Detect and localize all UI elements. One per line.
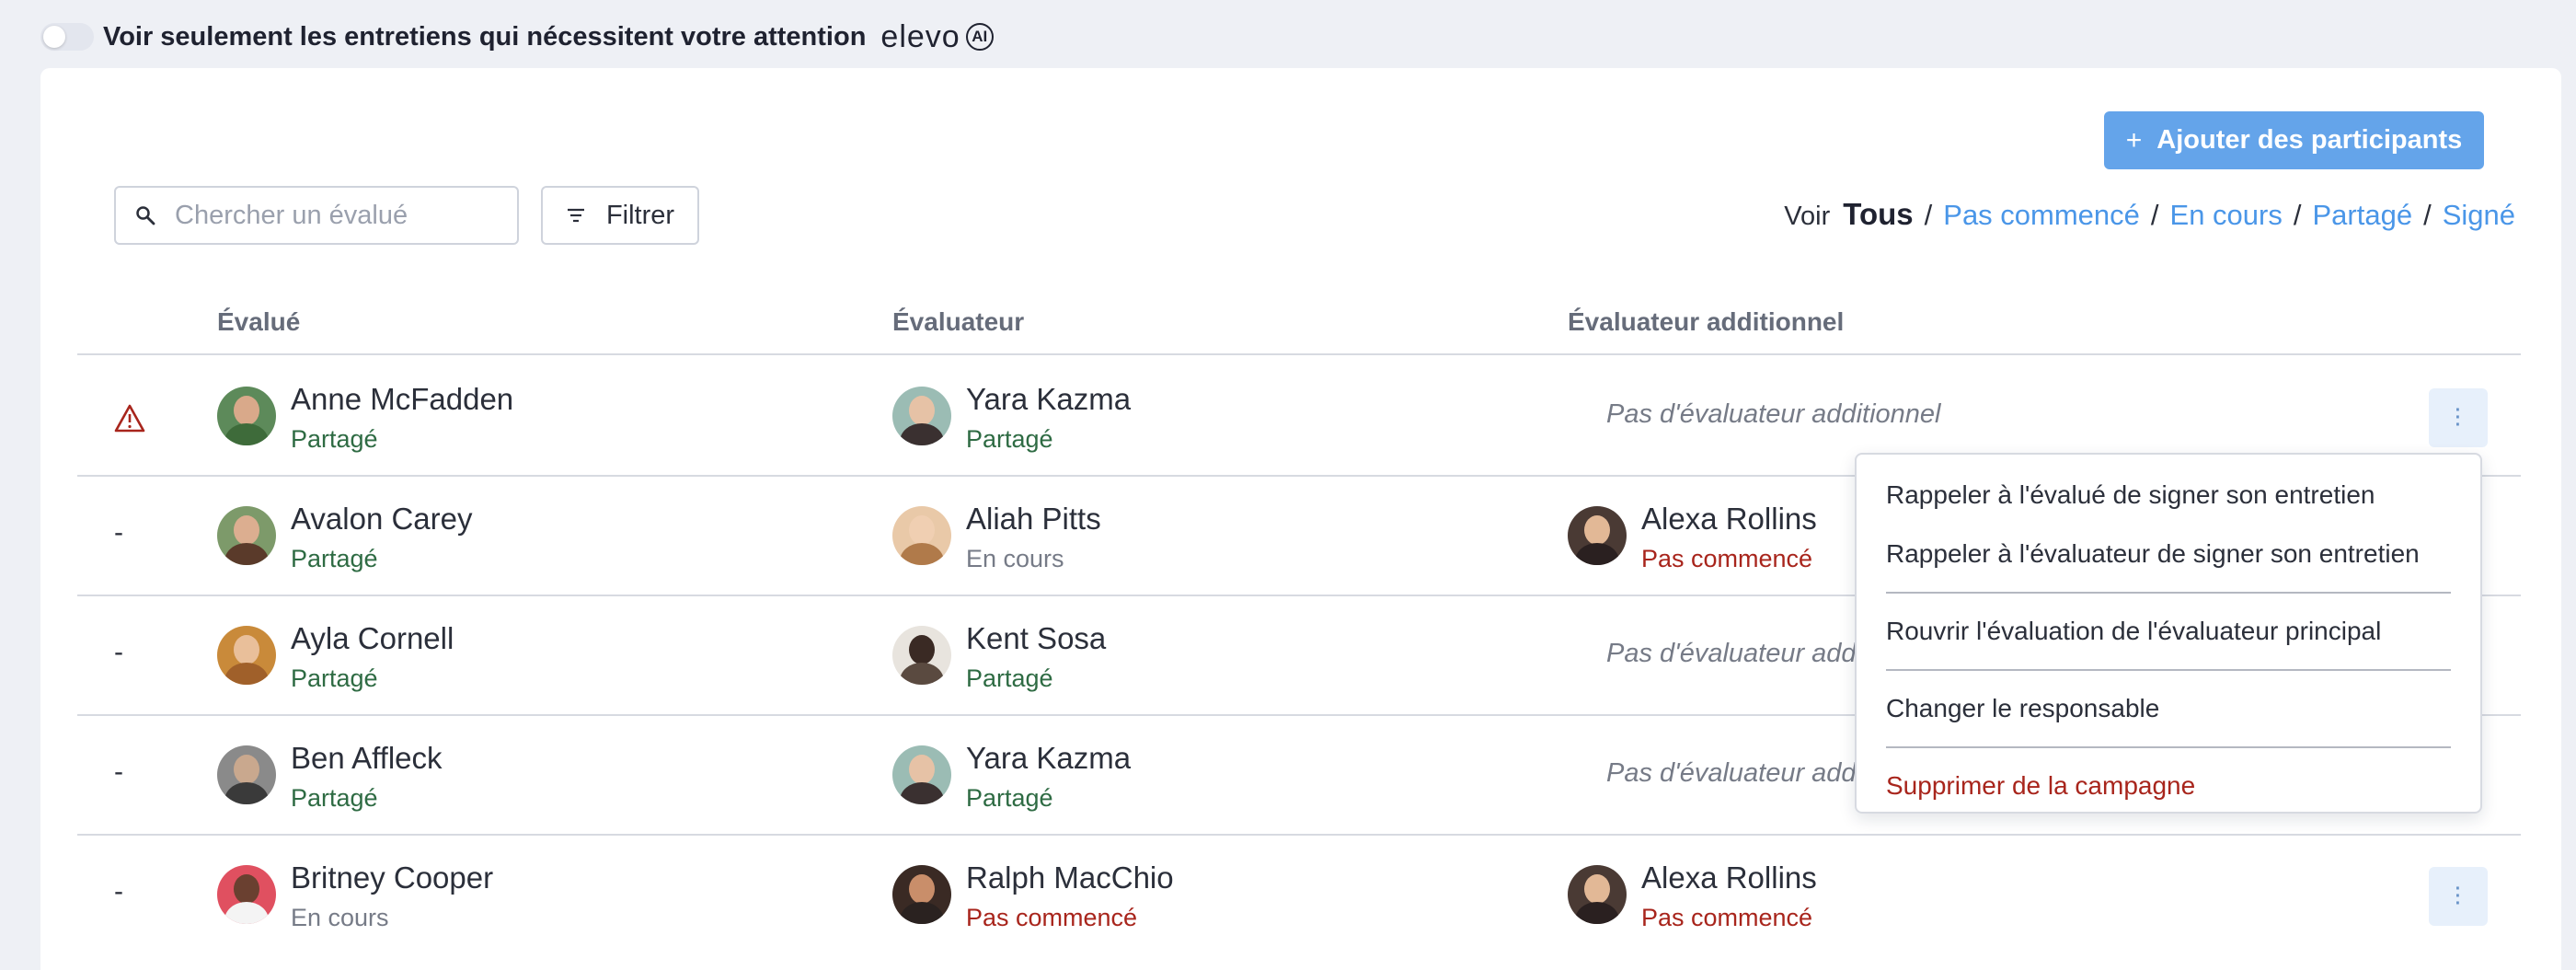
reviewee-name[interactable]: Ayla Cornell	[291, 620, 454, 657]
attention-filter-bar: Voir seulement les entretiens qui nécess…	[40, 17, 994, 57]
status-badge: Partagé	[966, 664, 1053, 692]
avatar	[892, 387, 951, 445]
no-alert-dash: -	[114, 876, 123, 906]
view-prefix: Voir	[1784, 202, 1831, 231]
column-header-additional-reviewer[interactable]: Évaluateur additionnel	[1568, 307, 1844, 337]
status-badge: Pas commencé	[966, 904, 1138, 931]
status-badge: Partagé	[291, 425, 378, 453]
add-participants-button[interactable]: + Ajouter des participants	[2104, 111, 2484, 169]
menu-item-remind-reviewee[interactable]: Rappeler à l'évalué de signer son entret…	[1886, 466, 2451, 525]
additional-reviewer-name[interactable]: Alexa Rollins	[1641, 860, 1817, 896]
reviewer-name[interactable]: Kent Sosa	[966, 620, 1106, 657]
reviewee-cell: Avalon Carey Partagé	[217, 501, 473, 573]
status-badge: En cours	[966, 545, 1064, 572]
reviewee-name[interactable]: Britney Cooper	[291, 860, 493, 896]
avatar	[217, 745, 276, 804]
table-header: Évalué Évaluateur Évaluateur additionnel	[77, 296, 2521, 355]
no-alert-dash: -	[114, 517, 123, 548]
avatar	[892, 506, 951, 565]
no-alert-dash: -	[114, 756, 123, 787]
view-not-started[interactable]: Pas commencé	[1943, 199, 2140, 232]
additional-reviewer-cell: Alexa Rollins Pas commencé	[1568, 860, 1817, 932]
view-separator: /	[2293, 199, 2302, 231]
reviewee-cell: Britney Cooper En cours	[217, 860, 493, 932]
search-input[interactable]	[175, 200, 488, 231]
column-header-reviewee[interactable]: Évalué	[217, 307, 300, 337]
warning-icon	[114, 404, 145, 433]
menu-item-remind-reviewer[interactable]: Rappeler à l'évaluateur de signer son en…	[1886, 525, 2451, 583]
menu-divider	[1886, 746, 2451, 748]
avatar	[217, 506, 276, 565]
toggle-knob	[43, 26, 65, 48]
avatar	[892, 865, 951, 924]
status-badge: Partagé	[966, 425, 1053, 453]
search-icon	[136, 206, 155, 225]
filter-label: Filtrer	[605, 200, 675, 230]
avatar	[217, 865, 276, 924]
avatar	[217, 387, 276, 445]
reviewee-name[interactable]: Avalon Carey	[291, 501, 473, 537]
plus-icon: +	[2125, 124, 2143, 156]
column-header-reviewer[interactable]: Évaluateur	[892, 307, 1024, 337]
avatar	[892, 745, 951, 804]
menu-item-reopen-evaluation[interactable]: Rouvrir l'évaluation de l'évaluateur pri…	[1886, 602, 2451, 661]
reviewer-name[interactable]: Aliah Pitts	[966, 501, 1101, 537]
status-badge: Pas commencé	[1641, 904, 1813, 931]
reviewer-name[interactable]: Ralph MacChio	[966, 860, 1174, 896]
reviewer-name[interactable]: Yara Kazma	[966, 740, 1131, 777]
status-badge: En cours	[291, 904, 389, 931]
no-additional-reviewer: Pas d'évaluateur additionnel	[1606, 399, 1941, 429]
view-signed[interactable]: Signé	[2443, 199, 2515, 232]
row-actions-menu: Rappeler à l'évalué de signer son entret…	[1855, 453, 2482, 814]
reviewer-cell: Ralph MacChio Pas commencé	[892, 860, 1174, 932]
additional-reviewer-cell: Alexa Rollins Pas commencé	[1568, 501, 1817, 573]
filter-button[interactable]: Filtrer	[541, 186, 699, 245]
kebab-icon: · · ·	[2455, 879, 2462, 914]
brand-name: elevo	[880, 18, 960, 54]
filter-icon	[567, 208, 584, 223]
attention-toggle[interactable]	[40, 23, 94, 51]
ai-badge: AI	[965, 23, 994, 51]
menu-item-change-manager[interactable]: Changer le responsable	[1886, 679, 2451, 738]
status-view-filter: Voir Tous / Pas commencé / En cours / Pa…	[1784, 197, 2515, 232]
reviewer-name[interactable]: Yara Kazma	[966, 381, 1131, 418]
status-badge: Partagé	[966, 784, 1053, 812]
view-shared[interactable]: Partagé	[2313, 199, 2413, 232]
view-separator: /	[1924, 199, 1933, 231]
menu-divider	[1886, 592, 2451, 594]
reviewer-cell: Kent Sosa Partagé	[892, 620, 1106, 693]
avatar	[1568, 506, 1627, 565]
status-badge: Pas commencé	[1641, 545, 1813, 572]
menu-divider	[1886, 669, 2451, 671]
avatar	[217, 626, 276, 685]
reviewer-cell: Yara Kazma Partagé	[892, 740, 1131, 813]
table-row[interactable]: - Britney Cooper En cours Ralph MacChio Pa…	[77, 836, 2521, 955]
row-actions-button[interactable]: · · ·	[2429, 388, 2488, 447]
elevo-ai-logo: elevo AI	[880, 18, 994, 55]
reviewee-name[interactable]: Anne McFadden	[291, 381, 513, 418]
reviewee-cell: Ben Affleck Partagé	[217, 740, 443, 813]
additional-reviewer-name[interactable]: Alexa Rollins	[1641, 501, 1817, 537]
kebab-icon: · · ·	[2455, 400, 2462, 435]
avatar	[1568, 865, 1627, 924]
reviewer-cell: Yara Kazma Partagé	[892, 381, 1131, 454]
add-participants-label: Ajouter des participants	[2156, 125, 2463, 155]
menu-item-remove-from-campaign[interactable]: Supprimer de la campagne	[1886, 756, 2451, 815]
reviewee-cell: Anne McFadden Partagé	[217, 381, 513, 454]
status-badge: Partagé	[291, 545, 378, 572]
reviewee-name[interactable]: Ben Affleck	[291, 740, 443, 777]
status-badge: Partagé	[291, 784, 378, 812]
row-actions-button[interactable]: · · ·	[2429, 867, 2488, 926]
no-alert-dash: -	[114, 637, 123, 667]
avatar	[892, 626, 951, 685]
attention-toggle-label: Voir seulement les entretiens qui nécess…	[103, 21, 867, 52]
view-separator: /	[2150, 199, 2159, 231]
search-field[interactable]	[114, 186, 519, 245]
view-in-progress[interactable]: En cours	[2170, 199, 2283, 232]
reviewer-cell: Aliah Pitts En cours	[892, 501, 1101, 573]
reviewee-cell: Ayla Cornell Partagé	[217, 620, 454, 693]
view-all[interactable]: Tous	[1843, 197, 1913, 232]
view-separator: /	[2423, 199, 2432, 231]
status-badge: Partagé	[291, 664, 378, 692]
